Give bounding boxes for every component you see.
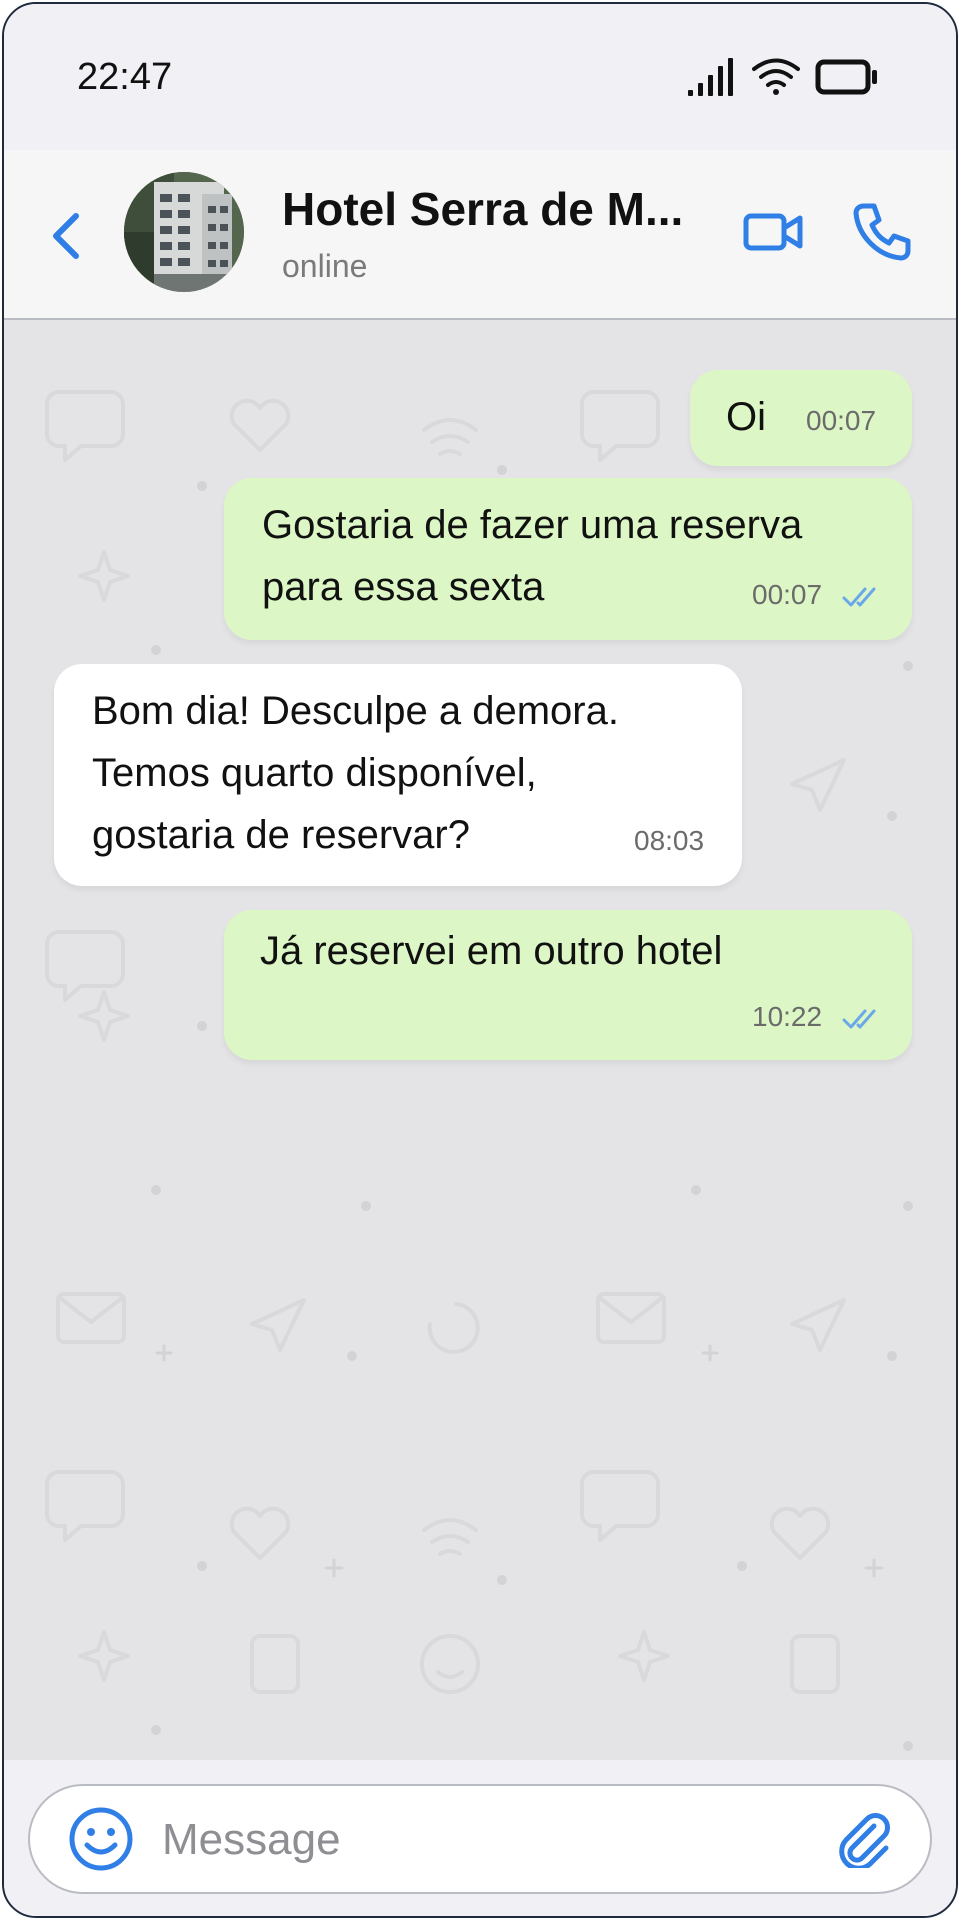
phone-icon[interactable] [850, 200, 912, 262]
signal-bars-icon [688, 58, 733, 96]
message-meta: 10:22 [752, 1002, 882, 1032]
double-check-icon [842, 1009, 876, 1029]
status-bar: 22:47 [4, 4, 956, 150]
message-bubble-outgoing[interactable]: Já reservei em outro hotel 10:22 [224, 910, 912, 1060]
message-time: 00:07 [752, 579, 823, 610]
message-bubble-outgoing[interactable]: Oi 00:07 [690, 370, 912, 466]
wifi-icon [752, 58, 800, 95]
chat-header: Hotel Serra de M... online [4, 150, 956, 320]
message-text-line: Bom dia! Desculpe a demora. [92, 689, 619, 733]
status-icons [688, 58, 877, 96]
message-text: Já reservei em outro hotel [260, 929, 723, 973]
paperclip-icon[interactable] [834, 1808, 894, 1868]
double-check-icon [842, 587, 876, 607]
message-bubble-outgoing[interactable]: Gostaria de fazer uma reserva para essa … [224, 478, 912, 640]
battery-icon [815, 59, 877, 95]
contact-name[interactable]: Hotel Serra de M... [282, 182, 683, 236]
contact-status: online [282, 248, 368, 284]
message-composer [28, 1784, 932, 1894]
message-text: Oi [726, 395, 766, 439]
avatar[interactable] [124, 172, 244, 292]
message-text-line: gostaria de reservar? [92, 813, 470, 857]
message-input[interactable] [160, 1804, 804, 1876]
message-bubble-incoming[interactable]: Bom dia! Desculpe a demora. Temos quarto… [54, 664, 742, 886]
message-time: 10:22 [752, 1001, 823, 1032]
status-time: 22:47 [77, 56, 173, 98]
phone-frame: 22:47 Hotel Serra de M... online Oi 00:0… [2, 2, 958, 1918]
message-text-line: Gostaria de fazer uma reserva [262, 503, 803, 547]
message-list[interactable]: Oi 00:07 Gostaria de fazer uma reserva p… [4, 320, 956, 1760]
message-text-line: Temos quarto disponível, [92, 751, 537, 795]
smiley-icon[interactable] [68, 1806, 134, 1872]
video-camera-icon[interactable] [742, 206, 804, 258]
message-text-line: para essa sexta [262, 565, 545, 609]
composer-area [4, 1760, 956, 1916]
message-time: 08:03 [634, 825, 705, 856]
message-meta: 00:07 [752, 580, 882, 610]
chevron-left-icon[interactable] [48, 210, 84, 262]
hotel-photo [124, 172, 244, 292]
message-time: 00:07 [806, 405, 877, 436]
